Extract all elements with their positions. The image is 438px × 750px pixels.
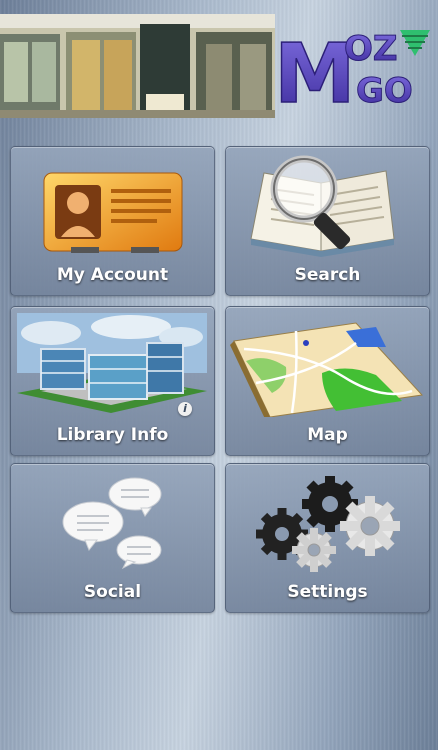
map-tile[interactable]: Map	[225, 306, 430, 456]
map-icon	[226, 313, 429, 421]
chat-bubbles-icon	[11, 470, 214, 574]
my-account-label: My Account	[56, 265, 169, 285]
search-label: Search	[294, 265, 361, 285]
library-info-tile[interactable]: i Library Info	[10, 306, 215, 456]
svg-text:OZ: OZ	[344, 29, 398, 69]
map-label: Map	[307, 425, 348, 445]
mozgo-logo: M OZ GO	[272, 22, 432, 123]
id-card-icon	[11, 153, 214, 257]
info-badge-icon[interactable]: i	[178, 402, 192, 416]
settings-tile[interactable]: Settings	[225, 463, 430, 613]
search-tile[interactable]: Search	[225, 146, 430, 296]
gears-icon	[226, 470, 429, 574]
settings-label: Settings	[287, 582, 368, 602]
info-badge-text: i	[183, 402, 187, 415]
library-banner-photo	[0, 14, 275, 118]
my-account-tile[interactable]: My Account	[10, 146, 215, 296]
social-tile[interactable]: Social	[10, 463, 215, 613]
app-header: M OZ GO	[0, 0, 438, 123]
library-info-label: Library Info	[56, 425, 169, 445]
magnifier-book-icon	[226, 153, 429, 257]
svg-text:GO: GO	[356, 71, 413, 111]
social-label: Social	[83, 582, 142, 602]
